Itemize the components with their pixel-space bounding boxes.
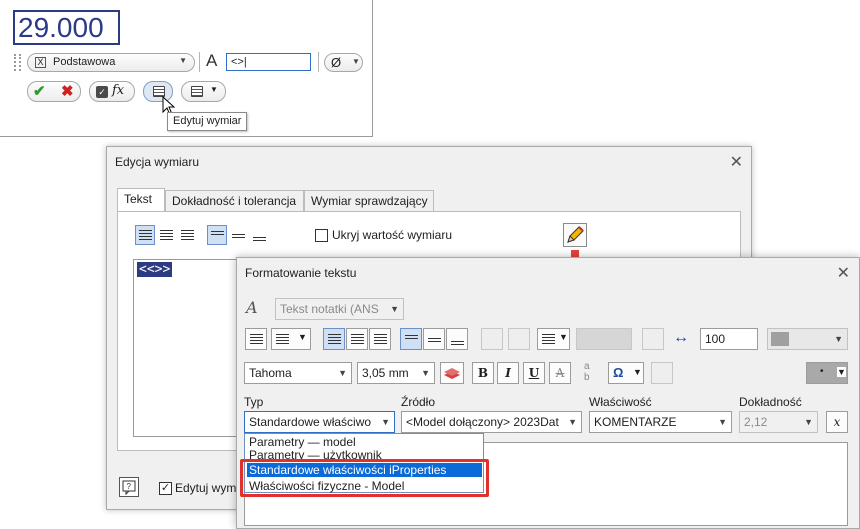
hide-value-label: Ukryj wartość wymiaru <box>332 228 453 242</box>
drag-grip-handle[interactable] <box>14 54 21 71</box>
accept-cancel-group: ✔ ✖ <box>27 81 81 102</box>
text-style-icon[interactable]: A <box>206 51 217 71</box>
insert-parameter-button[interactable]: x <box>826 411 848 433</box>
list-icon <box>191 86 203 97</box>
help-icon: ? <box>122 480 136 496</box>
precision-label: Dokładność <box>739 395 802 409</box>
hide-value-checkbox[interactable] <box>315 229 328 242</box>
list-item[interactable]: Parametry — model <box>247 435 482 449</box>
fill-color-dropdown[interactable]: • ▼ <box>806 362 848 384</box>
tooltip: Edytuj wymiar <box>167 112 248 131</box>
dimension-text-input[interactable]: <>| <box>226 53 311 71</box>
color-swatch <box>771 332 789 346</box>
source-dropdown[interactable]: <Model dołączony> 2023Dat ▼ <box>401 411 582 433</box>
dimension-style-dropdown[interactable]: X Podstawowa ▼ <box>27 53 195 72</box>
property-dropdown[interactable]: KOMENTARZE ▼ <box>589 411 732 433</box>
precision-dropdown[interactable]: 2,12 ▼ <box>739 411 818 433</box>
align-right-button[interactable] <box>177 225 197 245</box>
color-dropdown[interactable]: ▼ <box>767 328 848 350</box>
chevron-down-icon: ▼ <box>352 57 360 66</box>
source-label: Źródło <box>401 395 436 409</box>
svg-text:?: ? <box>127 482 132 491</box>
align-top-button[interactable] <box>207 225 227 245</box>
tab-precision-tolerance[interactable]: Dokładność i tolerancja <box>165 190 304 211</box>
chevron-down-icon: ▼ <box>210 85 218 94</box>
case-icon[interactable]: ab <box>584 361 590 383</box>
close-icon[interactable]: ✕ <box>730 152 743 172</box>
dialog-title: Formatowanie tekstu <box>245 266 357 280</box>
property-label: Właściwość <box>589 395 652 409</box>
text-style-icon: A <box>246 298 258 317</box>
tab-text[interactable]: Tekst <box>117 188 165 211</box>
text-style-dropdown[interactable]: Tekst notatki (ANS ▼ <box>275 298 404 320</box>
font-size-dropdown[interactable]: 3,05 mm ▼ <box>357 362 435 384</box>
align-top-button[interactable] <box>400 328 422 350</box>
type-label: Typ <box>244 395 264 409</box>
help-button[interactable]: ? <box>119 477 139 497</box>
diameter-icon: Ø <box>331 55 342 70</box>
dimension-mini-toolbar: 29.000 X Podstawowa ▼ A <>| Ø ▼ ✔ ✖ ✓ fx… <box>0 0 373 137</box>
numbered-list-dropdown[interactable]: ▼ <box>271 328 311 350</box>
checkmark-icon[interactable]: ✔ <box>33 82 46 100</box>
close-icon[interactable]: ✖ <box>61 82 74 100</box>
more-options-dropdown[interactable]: ▼ <box>181 81 226 102</box>
italic-button[interactable]: I <box>497 362 519 384</box>
align-right-button[interactable] <box>369 328 391 350</box>
text-format-button[interactable] <box>563 223 587 247</box>
style-name: Podstawowa <box>53 56 116 68</box>
align-middle-button[interactable] <box>423 328 445 350</box>
chevron-down-icon: ▼ <box>179 56 187 65</box>
stack-button[interactable] <box>642 328 664 350</box>
highlight-box <box>240 459 489 497</box>
dialog-title: Edycja wymiaru <box>115 155 200 169</box>
dot-icon: • <box>820 366 824 377</box>
bullet-list-button[interactable] <box>245 328 267 350</box>
chevron-down-icon: ▼ <box>837 367 846 377</box>
separator <box>199 52 200 72</box>
separator <box>318 52 319 72</box>
strikethrough-button[interactable]: A <box>549 362 571 384</box>
close-icon[interactable]: ✕ <box>837 263 850 283</box>
type-dropdown[interactable]: Standardowe właściwo ▼ <box>244 411 395 433</box>
align-bottom-button[interactable] <box>446 328 468 350</box>
stretch-icon: ↔ <box>673 329 689 346</box>
dimension-value-field[interactable]: 29.000 <box>13 10 120 45</box>
chevron-down-icon: ▼ <box>559 332 568 342</box>
chevron-down-icon: ▼ <box>633 367 642 377</box>
align-left-button[interactable] <box>323 328 345 350</box>
bold-button[interactable]: B <box>472 362 494 384</box>
edit-dimension-label: Edytuj wym <box>175 481 237 495</box>
line-spacing-dropdown[interactable]: ▼ <box>537 328 570 350</box>
symbol-icon: Ω <box>613 365 624 380</box>
style-box-icon: X <box>35 57 46 68</box>
dimension-value-token: <<>> <box>137 262 173 277</box>
align-center-button[interactable] <box>346 328 368 350</box>
function-icon[interactable]: fx <box>112 83 124 98</box>
insert-field-button[interactable] <box>651 362 673 384</box>
underline-button[interactable]: U <box>523 362 545 384</box>
chevron-down-icon: ▼ <box>298 332 307 342</box>
symbol-dropdown[interactable]: Ω ▼ <box>608 362 644 384</box>
edit-dimension-checkbox[interactable]: ✓ <box>159 482 172 495</box>
align-bottom-button[interactable] <box>249 225 269 245</box>
align-center-button[interactable] <box>156 225 176 245</box>
font-dropdown[interactable]: Tahoma ▼ <box>244 362 352 384</box>
checkbox-icon[interactable]: ✓ <box>96 86 108 98</box>
options-group: ✓ fx <box>89 81 135 102</box>
line-button[interactable] <box>508 328 530 350</box>
pencil-icon <box>567 226 584 243</box>
baseline-button[interactable] <box>481 328 503 350</box>
stretch-percent-input[interactable]: 100 <box>700 328 758 350</box>
symbol-dropdown[interactable]: Ø ▼ <box>324 53 363 72</box>
tab-inspection-dimension[interactable]: Wymiar sprawdzający <box>304 190 434 211</box>
layers-button[interactable] <box>440 362 464 384</box>
align-left-button[interactable] <box>135 225 155 245</box>
layers-icon <box>444 368 460 379</box>
spacing-value-field[interactable] <box>576 328 632 350</box>
align-middle-button[interactable] <box>228 225 248 245</box>
